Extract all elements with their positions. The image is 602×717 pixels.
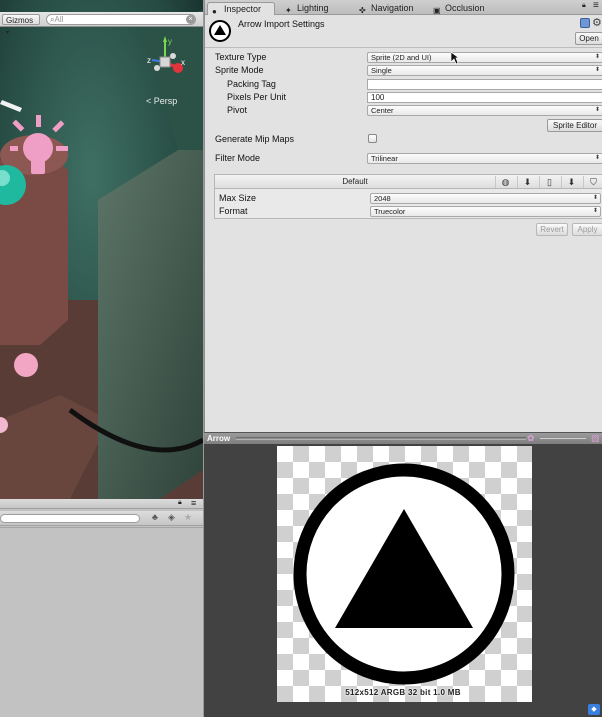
sprite-mode-dropdown[interactable]: Single ⬍ bbox=[367, 65, 602, 76]
filter-label-icon[interactable]: ◈ bbox=[168, 512, 175, 523]
format-value: Truecolor bbox=[374, 207, 406, 216]
pivot-dropdown[interactable]: Center ⬍ bbox=[367, 105, 602, 116]
updown-arrow-icon: ⬍ bbox=[594, 155, 600, 161]
pixels-per-unit-input[interactable]: 100 bbox=[367, 92, 602, 103]
updown-arrow-icon: ⬍ bbox=[592, 195, 598, 201]
gizmo-axis-z: z bbox=[147, 56, 151, 65]
download-icon[interactable]: ⬇ bbox=[561, 176, 581, 188]
preview-header[interactable]: Arrow ✿ ▨ bbox=[204, 432, 602, 444]
phone-icon[interactable]: ▯ bbox=[539, 176, 559, 188]
filter-mode-dropdown[interactable]: Trilinear ⬍ bbox=[367, 153, 602, 164]
globe-icon[interactable]: ◍ bbox=[495, 176, 515, 188]
max-size-dropdown[interactable]: 2048 ⬍ bbox=[370, 193, 601, 204]
preview-title: Arrow bbox=[207, 434, 231, 443]
preview-channel-icon[interactable]: ✿ bbox=[527, 433, 535, 444]
tab-occlusion[interactable]: ▣ Occlusion bbox=[429, 2, 497, 15]
lock-icon[interactable]: 🔒︎ bbox=[178, 499, 182, 507]
tab-inspector-label: Inspector bbox=[224, 4, 262, 14]
menu-icon[interactable]: ≡ bbox=[593, 0, 599, 11]
platform-tab-default[interactable]: Default bbox=[215, 175, 495, 188]
sprite-editor-button[interactable]: Sprite Editor bbox=[547, 119, 602, 132]
gizmo-axis-x: x bbox=[181, 58, 185, 67]
texture-type-label: Texture Type bbox=[215, 52, 267, 62]
lock-icon[interactable]: 🔒︎ bbox=[582, 2, 586, 10]
max-size-value: 2048 bbox=[374, 194, 391, 203]
generate-mipmaps-checkbox[interactable] bbox=[368, 134, 377, 143]
filter-mode-value: Trilinear bbox=[371, 154, 398, 163]
gear-icon[interactable]: ⚙ bbox=[592, 16, 602, 29]
favorite-star-icon[interactable]: ★ bbox=[184, 512, 192, 523]
format-dropdown[interactable]: Truecolor ⬍ bbox=[370, 206, 601, 217]
packing-tag-input[interactable] bbox=[367, 79, 602, 90]
scene-toolbar: Gizmos ▾ ⌕All × bbox=[0, 12, 203, 36]
tab-lighting[interactable]: ✦ Lighting bbox=[281, 2, 349, 15]
updown-arrow-icon: ⬍ bbox=[594, 107, 600, 113]
gizmo-axis-y: y bbox=[168, 37, 172, 46]
pivot-label: Pivot bbox=[227, 105, 248, 115]
download-icon[interactable]: ⬇ bbox=[517, 176, 537, 188]
divider bbox=[0, 527, 203, 528]
tab-bar: ● Inspector ✦ Lighting ✜ Navigation ▣ Oc… bbox=[205, 0, 602, 16]
mouse-cursor-icon bbox=[451, 52, 460, 65]
open-button[interactable]: Open bbox=[575, 32, 602, 45]
menu-icon[interactable]: ≡ bbox=[191, 498, 196, 508]
updown-arrow-icon: ⬍ bbox=[594, 54, 600, 60]
revert-button[interactable]: Revert bbox=[536, 223, 568, 236]
packing-tag-label: Packing Tag bbox=[227, 79, 276, 89]
mip-slider[interactable] bbox=[540, 438, 586, 439]
gizmos-label: Gizmos bbox=[6, 16, 34, 25]
help-book-icon[interactable] bbox=[580, 18, 590, 28]
filter-type-icon[interactable]: ♣ bbox=[152, 512, 158, 522]
gizmos-dropdown[interactable]: Gizmos ▾ bbox=[2, 14, 40, 36]
updown-arrow-icon: ⬍ bbox=[592, 208, 598, 214]
asset-header: Arrow Import Settings ⚙ Open bbox=[205, 16, 602, 48]
orientation-gizmo[interactable]: y x z bbox=[140, 36, 192, 88]
texture-type-value: Sprite (2D and UI) bbox=[371, 53, 432, 62]
sprite-mode-label: Sprite Mode bbox=[215, 65, 264, 75]
tab-navigation[interactable]: ✜ Navigation bbox=[355, 2, 427, 15]
max-size-label: Max Size bbox=[219, 193, 257, 203]
project-panel: 🔒︎ ≡ ♣ ◈ ★ bbox=[0, 498, 203, 717]
apply-button[interactable]: Apply bbox=[572, 223, 602, 236]
persp-text: Persp bbox=[153, 96, 178, 106]
project-panel-header: 🔒︎ ≡ bbox=[0, 498, 203, 509]
html5-icon[interactable]: ⛉ bbox=[583, 176, 602, 188]
preview-area: 512x512 ARGB 32 bit 1.0 MB ◆ bbox=[204, 444, 602, 717]
generate-mipmaps-label: Generate Mip Maps bbox=[215, 134, 295, 144]
arrow-sprite-image bbox=[293, 463, 515, 685]
inspector-panel: ● Inspector ✦ Lighting ✜ Navigation ▣ Oc… bbox=[204, 0, 602, 432]
tag-icon[interactable]: ◆ bbox=[588, 704, 600, 715]
project-search-input[interactable] bbox=[0, 514, 140, 523]
persp-label[interactable]: < Persp bbox=[146, 96, 177, 106]
tab-occlusion-label: Occlusion bbox=[445, 3, 485, 13]
pivot-value: Center bbox=[371, 106, 394, 115]
platform-tabs: Default ◍ ⬇ ▯ ⬇ ⛉ bbox=[215, 175, 602, 189]
drag-handle[interactable] bbox=[236, 437, 526, 440]
texture-type-dropdown[interactable]: Sprite (2D and UI) ⬍ bbox=[367, 52, 602, 63]
tab-lighting-label: Lighting bbox=[297, 3, 329, 13]
arrow-asset-icon bbox=[209, 20, 231, 42]
scene-view[interactable]: y x z < Persp bbox=[0, 0, 203, 499]
preview-info: 512x512 ARGB 32 bit 1.0 MB bbox=[345, 688, 461, 697]
format-label: Format bbox=[219, 206, 248, 216]
dropdown-arrow-icon: ▾ bbox=[6, 30, 10, 36]
scene-search-input[interactable]: ⌕All bbox=[46, 14, 196, 25]
persp-arrow-icon: < bbox=[146, 96, 152, 106]
sprite-mode-value: Single bbox=[371, 66, 392, 75]
tab-inspector[interactable]: ● Inspector bbox=[207, 2, 275, 16]
preview-mip-icon[interactable]: ▨ bbox=[591, 433, 600, 444]
platform-settings: Default ◍ ⬇ ▯ ⬇ ⛉ Max Size 2048 ⬍ Format … bbox=[214, 174, 602, 219]
search-placeholder: All bbox=[54, 15, 64, 24]
sprite-preview bbox=[277, 446, 532, 702]
project-toolbar: ♣ ◈ ★ bbox=[0, 511, 203, 526]
asset-title: Arrow Import Settings bbox=[238, 19, 325, 29]
filter-mode-label: Filter Mode bbox=[215, 153, 261, 163]
tab-navigation-label: Navigation bbox=[371, 3, 414, 13]
clear-search-icon[interactable]: × bbox=[186, 15, 195, 24]
pixels-per-unit-label: Pixels Per Unit bbox=[227, 92, 287, 102]
updown-arrow-icon: ⬍ bbox=[594, 67, 600, 73]
